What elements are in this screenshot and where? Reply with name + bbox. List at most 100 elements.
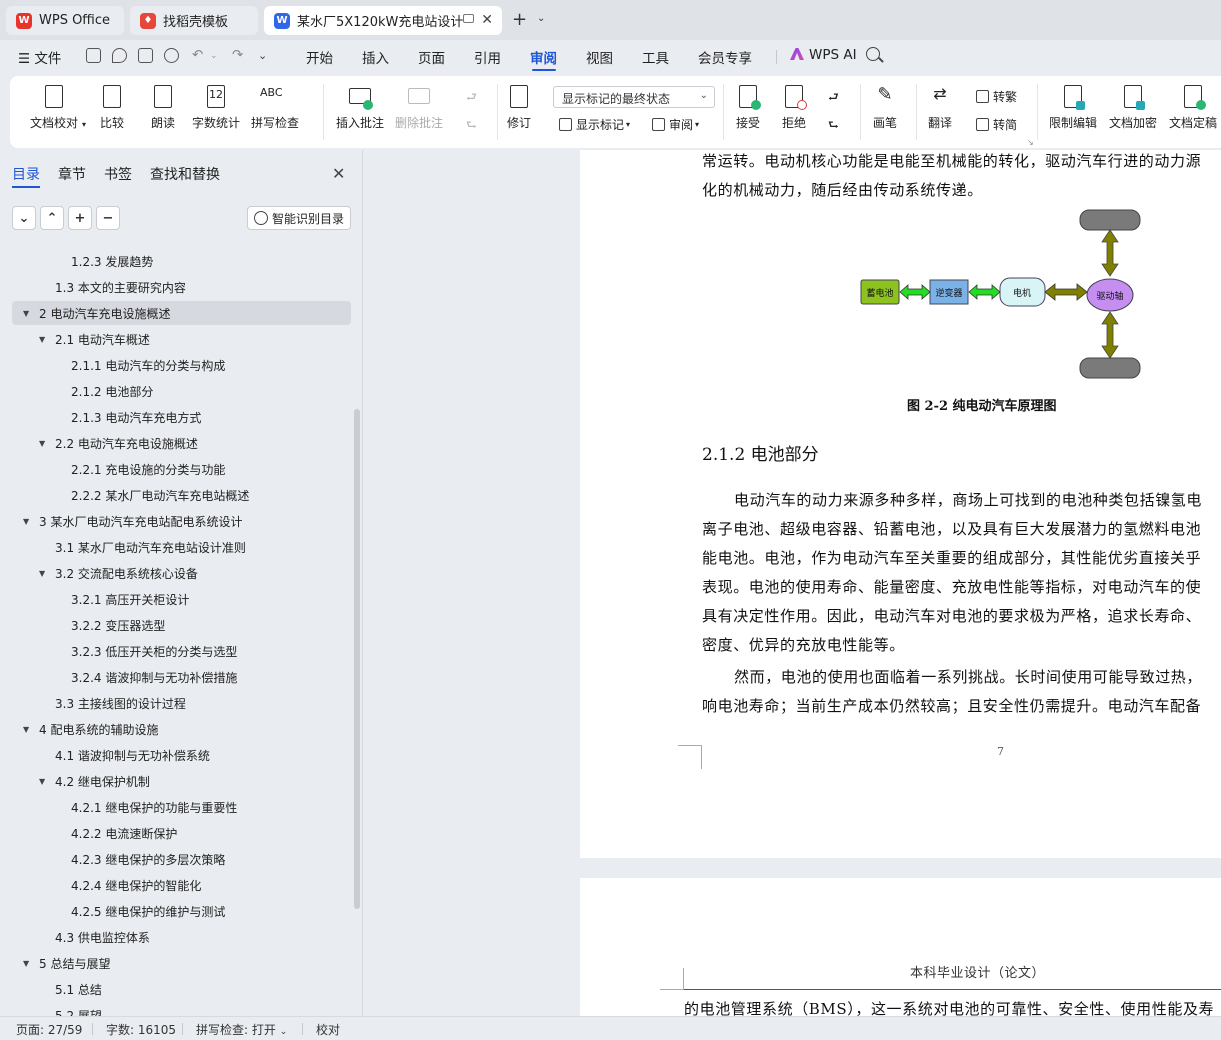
toc-item[interactable]: 4.2.2 电流速断保护 — [12, 821, 351, 845]
show-markup-button[interactable]: 显示标记 ▾ — [559, 116, 630, 133]
compare-button[interactable]: 比较 — [100, 84, 124, 131]
toc-item[interactable]: 3.2.1 高压开关柜设计 — [12, 587, 351, 611]
menu-wps-ai[interactable]: WPS AI — [790, 47, 857, 63]
toc-scrollbar[interactable] — [354, 409, 360, 909]
ink-button[interactable]: ✎ 画笔 — [873, 84, 897, 131]
previous-comment-icon[interactable]: ⮐ — [466, 88, 477, 109]
tab-toc[interactable]: 目录 — [12, 164, 40, 184]
review-pane-button[interactable]: 审阅 ▾ — [652, 116, 699, 133]
spell-check-status[interactable]: 拼写检查: 打开 ⌄ — [196, 1021, 287, 1038]
menu-reference[interactable]: 引用 — [474, 47, 501, 67]
restrict-edit-button[interactable]: 限制编辑 — [1049, 84, 1097, 131]
toc-item[interactable]: ▼ 3 某水厂电动汽车充电站配电系统设计 — [12, 509, 351, 533]
proofread-status[interactable]: 校对 — [316, 1021, 340, 1038]
expand-triangle-icon[interactable]: ▼ — [39, 335, 45, 344]
save-icon[interactable] — [86, 48, 101, 63]
print-preview-icon[interactable] — [164, 48, 179, 63]
window-icon[interactable] — [463, 14, 474, 23]
to-simplified-button[interactable]: 转简 — [976, 116, 1017, 133]
toc-item[interactable]: 2.1.2 电池部分 — [12, 379, 351, 403]
toc-item[interactable]: ▼ 2.2 电动汽车充电设施概述 — [12, 431, 351, 455]
menu-insert[interactable]: 插入 — [362, 47, 389, 67]
reject-button[interactable]: 拒绝 — [782, 84, 807, 131]
word-count-indicator[interactable]: 字数: 16105 — [106, 1021, 176, 1038]
file-menu[interactable]: ☰ 文件 — [18, 47, 61, 67]
add-heading-icon[interactable]: + — [68, 206, 92, 230]
expand-triangle-icon[interactable]: ▼ — [23, 725, 29, 734]
accept-button[interactable]: 接受 — [736, 84, 761, 131]
toc-item[interactable]: ▼ 2.1 电动汽车概述 — [12, 327, 351, 351]
tab-document[interactable]: W 某水厂5X120kW充电站设计 ... ✕ — [264, 6, 502, 35]
expand-triangle-icon[interactable]: ▼ — [39, 439, 45, 448]
to-traditional-button[interactable]: 转繁 — [976, 88, 1017, 105]
toc-item[interactable]: 5.2 展望 — [12, 1003, 351, 1017]
insert-comment-button[interactable]: 插入批注 — [336, 84, 384, 131]
tab-bookmarks[interactable]: 书签 — [104, 164, 132, 184]
toc-item[interactable]: ▼ 4.2 继电保护机制 — [12, 769, 351, 793]
toc-item[interactable]: 2.1.1 电动汽车的分类与构成 — [12, 353, 351, 377]
next-comment-icon[interactable]: ⮑ — [466, 116, 477, 137]
menu-tools[interactable]: 工具 — [642, 47, 669, 67]
close-pane-icon[interactable]: ✕ — [332, 164, 345, 183]
menu-start[interactable]: 开始 — [306, 47, 333, 67]
tab-template[interactable]: ♦ 找稻壳模板 — [130, 6, 258, 35]
proofread-button[interactable]: 文档校对 ▾ — [30, 84, 86, 131]
toc-item[interactable]: 4.2.3 继电保护的多层次策略 — [12, 847, 351, 871]
toc-item[interactable]: 2.1.3 电动汽车充电方式 — [12, 405, 351, 429]
delete-comment-button[interactable]: 删除批注 — [395, 84, 443, 131]
menu-page[interactable]: 页面 — [418, 47, 445, 67]
encrypt-button[interactable]: 文档加密 — [1109, 84, 1157, 131]
read-aloud-button[interactable]: 朗读 — [151, 84, 175, 131]
toc-item[interactable]: 3.3 主接线图的设计过程 — [12, 691, 351, 715]
expand-triangle-icon[interactable]: ▼ — [23, 959, 29, 968]
toc-item[interactable]: 1.3 本文的主要研究内容 — [12, 275, 351, 299]
toc-item[interactable]: 4.2.1 继电保护的功能与重要性 — [12, 795, 351, 819]
toc-item[interactable]: 4.3 供电监控体系 — [12, 925, 351, 949]
toc-item[interactable]: 2.2.2 某水厂电动汽车充电站概述 — [12, 483, 351, 507]
page[interactable]: 常运转。电动机核心功能是电能至机械能的转化，驱动汽车行进的动力源 化的机械动力，… — [580, 150, 1221, 858]
remove-heading-icon[interactable]: − — [96, 206, 120, 230]
menu-view[interactable]: 视图 — [586, 47, 613, 67]
document-canvas[interactable]: 常运转。电动机核心功能是电能至机械能的转化，驱动汽车行进的动力源 化的机械动力，… — [364, 150, 1221, 1016]
smart-toc-button[interactable]: 智能识别目录 — [247, 206, 351, 230]
menu-review[interactable]: 审阅 — [530, 47, 557, 67]
expand-down-icon[interactable]: ⌄ — [12, 206, 36, 230]
tab-chapters[interactable]: 章节 — [58, 164, 86, 184]
collapse-up-icon[interactable]: ⌃ — [40, 206, 64, 230]
toc-item[interactable]: 4.1 谐波抑制与无功补偿系统 — [12, 743, 351, 767]
translate-button[interactable]: ⇄ 翻译 — [928, 84, 952, 131]
page-indicator[interactable]: 页面: 27/59 — [16, 1021, 82, 1038]
spell-check-button[interactable]: ABC 拼写检查 — [251, 84, 299, 131]
tab-find-replace[interactable]: 查找和替换 — [150, 164, 220, 184]
new-tab-plus-icon[interactable]: + — [512, 9, 527, 30]
toc-item[interactable]: 3.1 某水厂电动汽车充电站设计准则 — [12, 535, 351, 559]
toc-item[interactable]: 3.2.2 变压器选型 — [12, 613, 351, 637]
expand-triangle-icon[interactable]: ▼ — [39, 777, 45, 786]
undo-dropdown-icon[interactable]: ⌄ — [210, 51, 218, 61]
toc-item[interactable]: 5.1 总结 — [12, 977, 351, 1001]
menu-member[interactable]: 会员专享 — [698, 47, 752, 67]
print-icon[interactable] — [138, 48, 153, 63]
redo-icon[interactable]: ↷ — [232, 47, 243, 63]
next-change-icon[interactable]: ⮑ — [828, 116, 839, 137]
finalize-button[interactable]: 文档定稿 — [1169, 84, 1217, 131]
toc-item[interactable]: ▼ 4 配电系统的辅助设施 — [12, 717, 351, 741]
tab-wps-office[interactable]: W WPS Office — [6, 6, 124, 35]
tab-list-chevron-icon[interactable]: ⌄ — [537, 13, 545, 24]
track-changes-button[interactable]: 修订 — [507, 84, 531, 131]
toc-item[interactable]: ▼ 5 总结与展望 — [12, 951, 351, 975]
toc-item[interactable]: 1.2.3 发展趋势 — [12, 249, 351, 273]
quick-access-more-icon[interactable]: ⌄ — [258, 49, 267, 62]
close-tab-icon[interactable]: ✕ — [481, 12, 493, 28]
toc-item[interactable]: 4.2.5 继电保护的维护与测试 — [12, 899, 351, 923]
search-icon[interactable] — [866, 47, 880, 61]
previous-change-icon[interactable]: ⮐ — [828, 88, 839, 109]
toc-item[interactable]: ▼ 3.2 交流配电系统核心设备 — [12, 561, 351, 585]
toc-item[interactable]: ▼ 2 电动汽车充电设施概述 — [12, 301, 351, 325]
toc-item[interactable]: 2.2.1 充电设施的分类与功能 — [12, 457, 351, 481]
page[interactable]: 本科毕业设计（论文） 的电池管理系统（BMS），这一系统对电池的可靠性、安全性、… — [580, 878, 1221, 1016]
expand-triangle-icon[interactable]: ▼ — [23, 309, 29, 318]
share-icon[interactable] — [112, 48, 127, 63]
word-count-button[interactable]: 12 字数统计 — [192, 84, 240, 131]
group-launcher-icon[interactable]: ↘ — [1027, 138, 1034, 147]
